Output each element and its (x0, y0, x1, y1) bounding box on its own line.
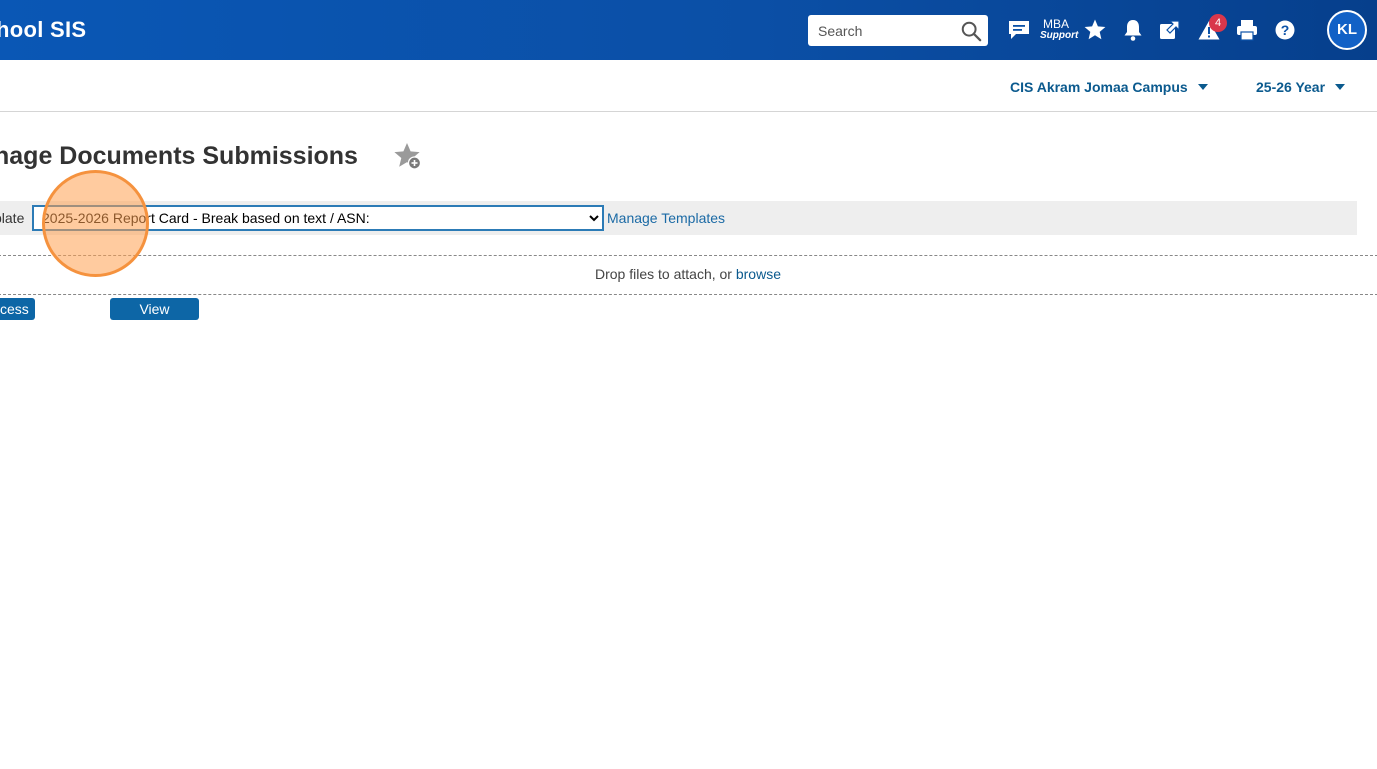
external-link-icon[interactable] (1155, 15, 1185, 45)
top-navigation-bar: hool SIS MBA Support (0, 0, 1377, 60)
print-icon[interactable] (1232, 15, 1262, 45)
browse-link[interactable]: browse (736, 266, 781, 282)
manage-templates-link[interactable]: Manage Templates (607, 210, 725, 226)
year-selector[interactable]: 25-26 Year (1256, 79, 1346, 95)
campus-selector[interactable]: CIS Akram Jomaa Campus (1010, 79, 1208, 95)
mba-label: MBA (1042, 17, 1069, 31)
app-title[interactable]: hool SIS (0, 17, 86, 43)
caret-down-icon (1335, 84, 1346, 91)
view-history-button[interactable]: View History (110, 298, 199, 339)
help-icon[interactable]: ? (1270, 15, 1300, 45)
caret-down-icon (1197, 84, 1208, 91)
dropzone-text: Drop files to attach, or (595, 266, 736, 282)
star-icon[interactable] (1080, 15, 1110, 45)
template-label: plate (0, 210, 25, 226)
template-select[interactable]: 2025-2026 Report Card - Break based on t… (32, 205, 604, 231)
search-input[interactable] (808, 15, 958, 46)
page-title: nage Documents Submissions (0, 142, 358, 170)
campus-label: CIS Akram Jomaa Campus (1010, 79, 1188, 95)
alert-count-badge: 4 (1209, 14, 1227, 32)
bell-icon[interactable] (1118, 15, 1148, 45)
chat-icon[interactable] (1004, 15, 1034, 45)
add-favorite-star-icon[interactable] (392, 141, 426, 173)
file-drop-zone[interactable]: Drop files to attach, or browse (0, 255, 1377, 295)
search-icon[interactable] (960, 20, 982, 42)
template-row: plate 2025-2026 Report Card - Break base… (0, 201, 1357, 235)
search-box[interactable] (808, 15, 988, 46)
context-selector-bar: CIS Akram Jomaa Campus 25-26 Year (0, 60, 1377, 112)
user-avatar[interactable]: KL (1327, 10, 1367, 50)
process-button[interactable]: cess (0, 298, 35, 320)
support-label: Support (1040, 30, 1079, 41)
year-label: 25-26 Year (1256, 79, 1326, 95)
svg-text:?: ? (1281, 22, 1290, 38)
mba-support-link[interactable]: MBA Support (1040, 17, 1079, 41)
